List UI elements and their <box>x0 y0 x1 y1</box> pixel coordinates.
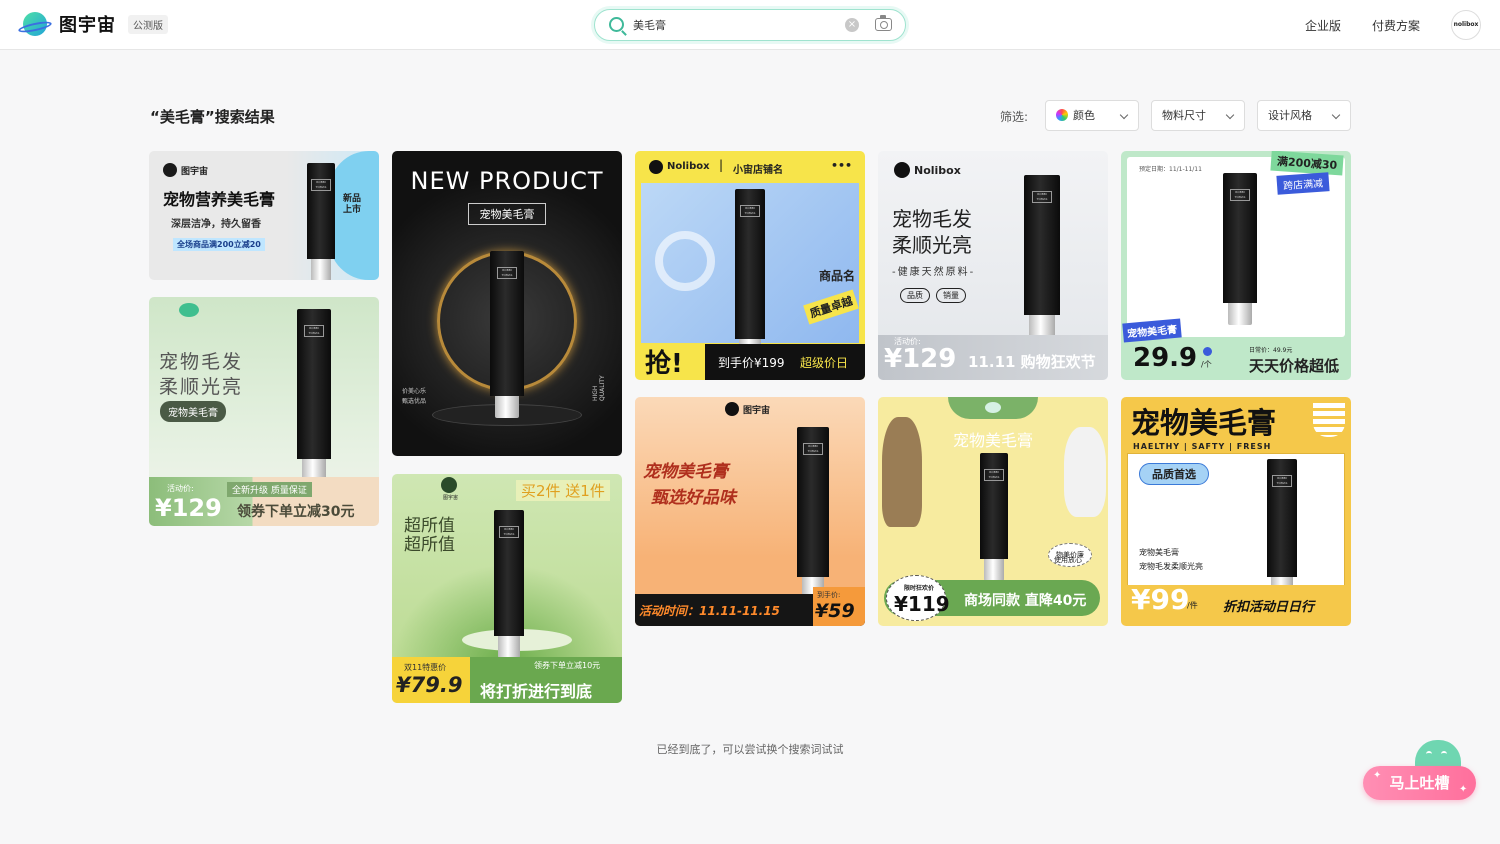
product-tube: ROBBI TOMAS <box>797 427 829 599</box>
brand-logo-icon <box>163 163 177 177</box>
chevron-down-icon <box>1331 110 1341 120</box>
nav-pricing[interactable]: 付费方案 <box>1372 17 1420 34</box>
filter-size-dropdown[interactable]: 物料尺寸 <box>1151 100 1245 131</box>
product-tube: ROBBI TOMAS <box>494 510 524 658</box>
chevron-down-icon <box>1119 110 1129 120</box>
filter-style-dropdown[interactable]: 设计风格 <box>1257 100 1351 131</box>
clear-icon[interactable]: × <box>845 18 859 32</box>
product-tube: ROBBI TOMAS <box>1223 173 1257 325</box>
search-input[interactable] <box>633 16 833 34</box>
chevron-down-icon <box>1225 110 1235 120</box>
feedback-widget[interactable]: 马上吐槽 ✦ ✦ <box>1363 740 1476 800</box>
result-card-3[interactable]: NEW PRODUCT 宠物美毛膏 ROBBI TOMAS 价美心乐 甄选优品 … <box>392 151 622 456</box>
brand-logo-icon <box>725 402 739 416</box>
sparkle-icon: ✦ <box>1459 784 1468 795</box>
product-tube: ROBBI TOMAS <box>307 163 335 280</box>
search-bar: × <box>594 9 906 41</box>
page-title: “美毛膏”搜索结果 <box>150 108 275 126</box>
search-icon[interactable] <box>609 17 624 32</box>
verified-icon <box>1203 347 1212 356</box>
camera-icon[interactable] <box>875 15 892 31</box>
hare-illustration <box>882 417 922 527</box>
filter-color-dropdown[interactable]: 颜色 <box>1045 100 1139 131</box>
planet-logo-icon <box>17 11 53 37</box>
avatar[interactable]: nolibox <box>1451 10 1481 40</box>
product-tube: ROBBI TOMAS <box>490 251 524 418</box>
result-card-7[interactable]: Nolibox 宠物毛发 柔顺光亮 -健康天然原料- 品质 销量 ROBBI T… <box>878 151 1108 380</box>
product-tube: ROBBI TOMAS <box>297 309 331 481</box>
product-tube: ROBBI TOMAS <box>1267 459 1297 599</box>
result-card-2[interactable]: 宠物毛发 柔顺光亮 宠物美毛膏 ROBBI TOMAS 活动价: ¥129 全新… <box>149 297 379 526</box>
filter-label: 筛选: <box>1000 110 1029 124</box>
result-card-10[interactable]: 宠物美毛膏 HAELTHY | SAFTY | FRESH 品质首选 ROBBI… <box>1121 397 1351 626</box>
brand-logo-icon <box>894 162 910 178</box>
result-card-5[interactable]: Nolibox | 小宙店铺名 ••• ROBBI TOMAS 商品名 质量卓越… <box>635 151 865 380</box>
result-card-8[interactable]: 宠物美毛膏 ROBBI TOMAS 物美价廉 使用放心 限时狂欢价 ¥119 商… <box>878 397 1108 626</box>
more-icon: ••• <box>831 159 853 172</box>
brand-logo-icon <box>649 160 663 174</box>
result-card-1[interactable]: 图宇宙 宠物营养美毛膏 深层洁净，持久留香 全场商品满200立减20 ROBBI… <box>149 151 379 280</box>
brand-logo-icon <box>179 303 199 317</box>
brand-name: 图宇宙 <box>59 15 116 36</box>
end-of-results-note: 已经到底了，可以尝试换个搜索词试试 <box>656 743 844 756</box>
nav-enterprise[interactable]: 企业版 <box>1305 17 1341 34</box>
top-bar: 图宇宙 公测版 × 企业版 付费方案 nolibox <box>0 0 1500 50</box>
beta-badge: 公测版 <box>128 14 168 34</box>
product-jar-icon <box>1313 403 1345 437</box>
product-tube: ROBBI TOMAS <box>1024 175 1060 337</box>
brand-logo-icon <box>985 402 1001 413</box>
product-tube: ROBBI TOMAS <box>735 189 765 355</box>
result-card-9[interactable]: 预定日期：11/1-11/11 满200减30 跨店满减 ROBBI TOMAS… <box>1121 151 1351 380</box>
product-tube: ROBBI TOMAS <box>980 453 1008 581</box>
color-wheel-icon <box>1056 109 1068 121</box>
sparkle-icon: ✦ <box>1373 770 1382 781</box>
rabbit-illustration <box>1064 427 1106 517</box>
result-card-6[interactable]: 图宇宙 宠物美毛膏 甄选好品味 ROBBI TOMAS 活动时间：11.11-1… <box>635 397 865 626</box>
logo[interactable]: 图宇宙 公测版 <box>17 11 168 37</box>
result-card-4[interactable]: 图宇宙 买2件 送1件 超所值 超所值 ROBBI TOMAS 双11特惠价 ¥… <box>392 474 622 703</box>
brand-logo-icon <box>441 477 457 493</box>
